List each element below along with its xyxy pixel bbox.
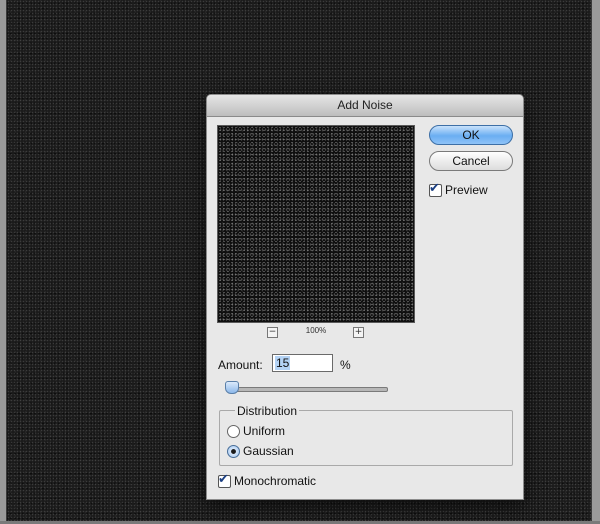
amount-value: 15: [275, 356, 291, 370]
add-noise-dialog: Add Noise − 100% + OK Cancel ✔ Preview A…: [206, 94, 524, 500]
preview-checkbox[interactable]: ✔: [429, 181, 442, 197]
zoom-in-button[interactable]: +: [353, 327, 364, 338]
amount-input[interactable]: 15: [272, 354, 333, 372]
cancel-button[interactable]: Cancel: [429, 151, 513, 171]
amount-unit: %: [340, 358, 351, 372]
amount-label: Amount:: [218, 358, 263, 372]
checkmark-icon: ✔: [218, 472, 229, 487]
zoom-out-button[interactable]: −: [267, 327, 278, 338]
filter-preview[interactable]: [217, 125, 415, 323]
canvas-left-border: [0, 0, 7, 524]
gaussian-radio[interactable]: [227, 445, 240, 458]
zoom-level: 100%: [305, 326, 327, 335]
checkmark-icon: ✔: [429, 181, 440, 196]
monochromatic-label: Monochromatic: [234, 474, 317, 488]
amount-slider-track[interactable]: [230, 387, 388, 392]
amount-slider-thumb[interactable]: [225, 381, 239, 394]
dialog-title: Add Noise: [207, 95, 523, 117]
gaussian-label: Gaussian: [243, 444, 294, 458]
canvas-right-border: [591, 0, 600, 524]
distribution-title: Distribution: [235, 404, 300, 418]
preview-label: Preview: [445, 183, 488, 197]
uniform-radio[interactable]: [227, 425, 240, 438]
uniform-label: Uniform: [243, 424, 286, 438]
monochromatic-checkbox[interactable]: ✔: [218, 472, 231, 488]
ok-button[interactable]: OK: [429, 125, 513, 145]
